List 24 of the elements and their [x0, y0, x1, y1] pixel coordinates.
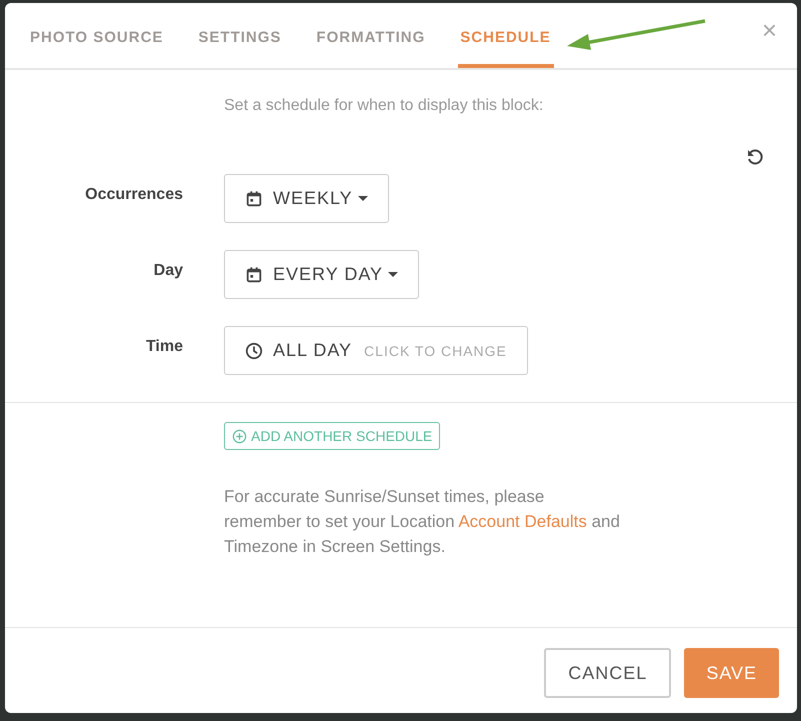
dropdown[interactable]: WEEKLY [224, 174, 389, 223]
intro-text: Set a schedule for when to display this block: [224, 97, 544, 115]
caret-icon [358, 196, 368, 202]
tab[interactable]: PHOTO SOURCE [28, 29, 166, 68]
field-label: Day [152, 262, 183, 280]
field-label: Time [144, 338, 183, 356]
location-note: For accurate Sunrise/Sunset times, please remember to set your Location Account Defaults and Timezone in Screen Settings. [224, 486, 621, 558]
undo-icon[interactable] [745, 147, 765, 167]
add-schedule-button[interactable]: ADD ANOTHER SCHEDULE [224, 422, 440, 450]
clock-icon [245, 342, 263, 360]
tab[interactable]: FORMATTING [314, 29, 428, 68]
cancel-button[interactable]: CANCEL [544, 648, 672, 698]
calendar-icon [245, 190, 263, 208]
tab[interactable]: SCHEDULE [458, 29, 554, 68]
account-defaults-link[interactable]: Account Defaults [458, 512, 587, 531]
plus-circle-icon [232, 428, 247, 444]
time-picker[interactable]: ALL DAY CLICK TO CHANGE [224, 326, 528, 375]
calendar-icon [245, 266, 263, 284]
save-button[interactable]: SAVE [684, 648, 779, 698]
field-label: Occurrences [84, 186, 183, 204]
close-button[interactable]: × [762, 17, 777, 43]
caret-icon [388, 272, 398, 278]
tab[interactable]: SETTINGS [196, 29, 284, 68]
dropdown[interactable]: EVERY DAY [224, 250, 420, 299]
